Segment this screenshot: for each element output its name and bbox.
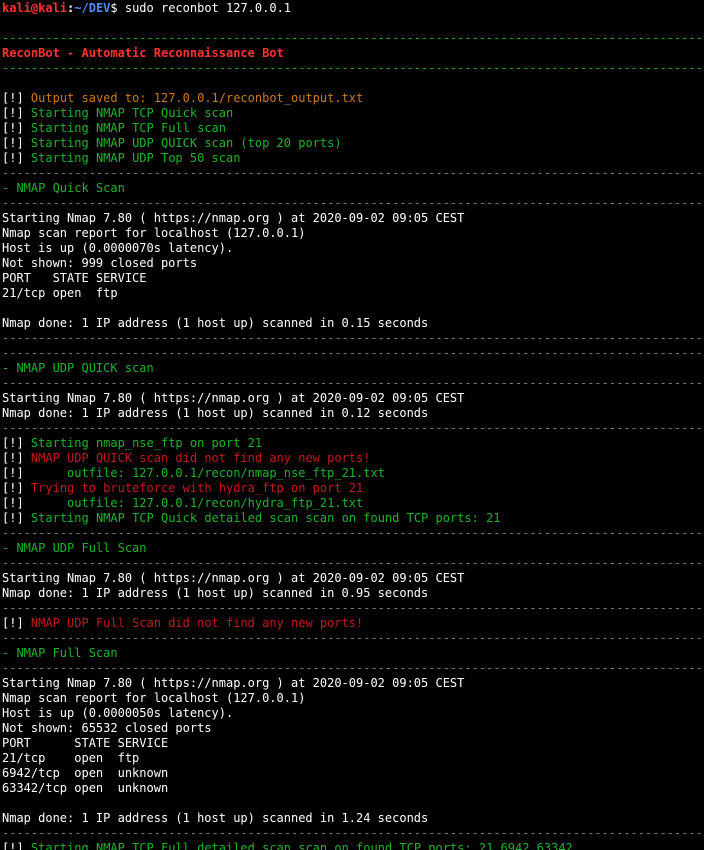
status-line: [!] Starting NMAP TCP Quick detailed sca… xyxy=(2,511,501,525)
output-line: Nmap done: 1 IP address (1 host up) scan… xyxy=(2,811,429,825)
prompt-symbol: $ xyxy=(110,1,118,15)
section-rule: ----------------------------------------… xyxy=(2,166,704,180)
section-rule: ----------------------------------------… xyxy=(2,346,704,360)
status-line: [!] Starting NMAP TCP Quick scan xyxy=(2,106,234,120)
section-rule: ----------------------------------------… xyxy=(2,631,704,645)
prompt-command: sudo reconbot 127.0.0.1 xyxy=(117,1,292,15)
output-line: Nmap done: 1 IP address (1 host up) scan… xyxy=(2,406,429,420)
section-rule: ----------------------------------------… xyxy=(2,826,704,840)
output-line: Nmap scan report for localhost (127.0.0.… xyxy=(2,691,306,705)
output-line: Not shown: 65532 closed ports xyxy=(2,721,212,735)
section-title-quick-scan: - NMAP Quick Scan xyxy=(2,181,125,195)
banner-title: ReconBot - Automatic Reconnaissance Bot xyxy=(2,46,284,60)
section-rule: ----------------------------------------… xyxy=(2,376,704,390)
output-line: 21/tcp open ftp xyxy=(2,751,140,765)
output-line: 6942/tcp open unknown xyxy=(2,766,169,780)
section-rule: ----------------------------------------… xyxy=(2,661,704,675)
shell-prompt-line: kali@kali:~/DEV$ sudo reconbot 127.0.0.1 xyxy=(0,1,704,16)
status-line: [!] NMAP UDP QUICK scan did not find any… xyxy=(2,451,371,465)
output-line: Nmap scan report for localhost (127.0.0.… xyxy=(2,226,306,240)
section-rule: ----------------------------------------… xyxy=(2,331,704,345)
status-line: [!] Starting NMAP UDP Top 50 scan xyxy=(2,151,241,165)
section-title-udp-quick: - NMAP UDP QUICK scan xyxy=(2,361,154,375)
output-line: 63342/tcp open unknown xyxy=(2,781,169,795)
prompt-path: ~/DEV xyxy=(74,1,111,15)
section-title-udp-full: - NMAP UDP Full Scan xyxy=(2,541,147,555)
status-line: [!] Starting nmap_nse_ftp on port 21 xyxy=(2,436,263,450)
status-line: [!] Starting NMAP UDP QUICK scan (top 20… xyxy=(2,136,342,150)
status-line: [!] Starting NMAP TCP Full detailed scan… xyxy=(2,841,573,850)
status-line: [!] Starting NMAP TCP Full scan xyxy=(2,121,226,135)
output-line: Not shown: 999 closed ports xyxy=(2,256,198,270)
status-line: [!] Trying to bruteforce with hydra_ftp … xyxy=(2,481,364,495)
output-line: 21/tcp open ftp xyxy=(2,286,118,300)
status-line: [!] Output saved to: 127.0.0.1/reconbot_… xyxy=(2,91,364,105)
banner-rule-top: ----------------------------------------… xyxy=(2,31,704,45)
output-line: Host is up (0.0000050s latency). xyxy=(2,706,234,720)
output-line: Starting Nmap 7.80 ( https://nmap.org ) … xyxy=(2,211,465,225)
output-line: Nmap done: 1 IP address (1 host up) scan… xyxy=(2,586,429,600)
section-rule: ----------------------------------------… xyxy=(2,526,704,540)
status-line: [!] outfile: 127.0.0.1/recon/nmap_nse_ft… xyxy=(2,466,385,480)
output-line: Starting Nmap 7.80 ( https://nmap.org ) … xyxy=(2,571,465,585)
section-rule: ----------------------------------------… xyxy=(2,556,704,570)
status-line: [!] NMAP UDP Full Scan did not find any … xyxy=(2,616,364,630)
output-line: Starting Nmap 7.80 ( https://nmap.org ) … xyxy=(2,676,465,690)
output-line: Starting Nmap 7.80 ( https://nmap.org ) … xyxy=(2,391,465,405)
status-line: [!] outfile: 127.0.0.1/recon/hydra_ftp_2… xyxy=(2,496,364,510)
section-rule: ----------------------------------------… xyxy=(2,196,704,210)
prompt-user: kali@kali xyxy=(2,1,68,15)
output-line: PORT STATE SERVICE xyxy=(2,736,169,750)
section-title-full-scan: - NMAP Full Scan xyxy=(2,646,118,660)
output-line: Nmap done: 1 IP address (1 host up) scan… xyxy=(2,316,429,330)
output-line: Host is up (0.0000070s latency). xyxy=(2,241,234,255)
section-rule: ----------------------------------------… xyxy=(2,421,704,435)
banner-rule-bottom: ----------------------------------------… xyxy=(2,61,704,75)
terminal-window[interactable]: kali@kali:~/DEV$ sudo reconbot 127.0.0.1… xyxy=(0,0,704,850)
section-rule: ----------------------------------------… xyxy=(2,601,704,615)
output-line: PORT STATE SERVICE xyxy=(2,271,147,285)
